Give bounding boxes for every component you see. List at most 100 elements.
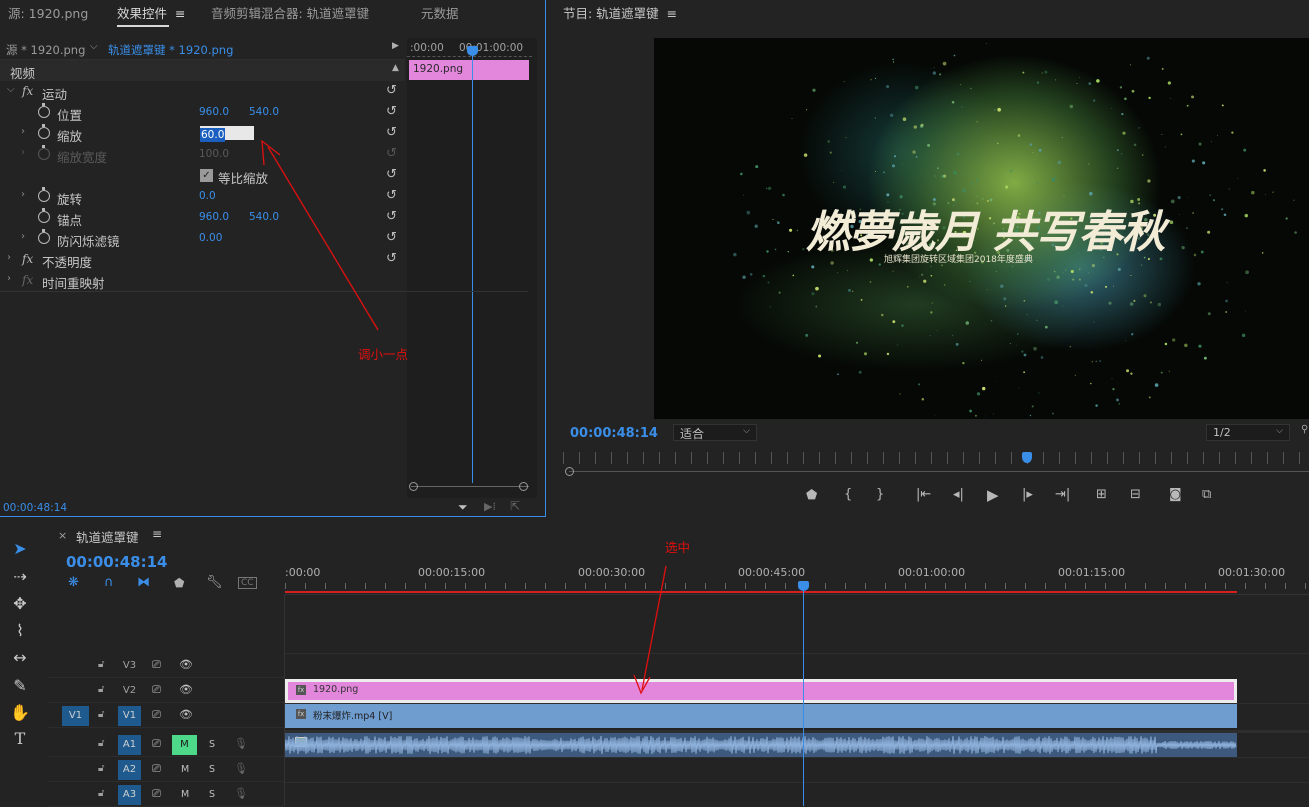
clip-v2-1920png[interactable]: fx 1920.png [285,679,1237,703]
program-timecode[interactable]: 00:00:48:14 [570,426,658,441]
program-video-frame[interactable]: 燃夢歲月 共写春秋 旭辉集团旋转区域集团2018年度盛典 [654,38,1309,419]
sequence-crumb[interactable]: 轨道遮罩键 * 1920.png [108,42,233,58]
razor-tool-icon[interactable]: ⌇ [8,621,32,643]
lock-icon[interactable]: 🔓︎ [98,709,104,720]
export-icon[interactable]: ⇱ [510,499,520,513]
effect-motion[interactable]: ⌵ fx 运动 ↺ [0,81,405,102]
hand-tool-icon[interactable]: ✋ [8,703,32,725]
linked-selection-icon[interactable]: ⧓ [137,575,150,590]
chevron-down-icon[interactable]: ⌵ [7,84,15,95]
chevron-right-icon[interactable]: › [21,126,25,137]
play-icon[interactable]: ▶ [987,486,999,504]
chevron-right-icon[interactable]: › [21,189,25,200]
program-scroll[interactable] [569,471,1309,472]
add-marker-icon[interactable]: ⬟ [806,488,817,503]
sync-lock-icon[interactable]: ⎚ [152,658,161,672]
timeline-playhead[interactable] [798,581,809,591]
track-select-tool-icon[interactable]: ⇢ [8,567,32,589]
nest-icon[interactable]: ❋ [68,575,79,590]
stopwatch-icon[interactable] [38,208,50,223]
track-name[interactable]: A3 [118,785,141,805]
scroll-handle-right[interactable] [519,482,528,491]
program-playhead[interactable] [1022,452,1032,463]
track-name[interactable]: V3 [118,656,141,676]
eye-icon[interactable]: 👁︎ [179,658,193,671]
scroll-handle-left[interactable] [409,482,418,491]
stopwatch-icon[interactable] [38,187,50,202]
rotation-value[interactable]: 0.0 [199,190,216,202]
timeline-tab-title[interactable]: 轨道遮罩键 [76,527,139,546]
sync-lock-icon[interactable]: ⎚ [152,708,161,722]
source-crumb[interactable]: 源 * 1920.png [6,42,85,58]
microphone-icon[interactable]: 🎙︎ [234,787,248,800]
settings-wrench-icon[interactable]: ⚲ [1301,424,1308,435]
go-to-in-icon[interactable]: |⇤ [916,487,931,502]
add-marker-icon[interactable]: ⬟ [174,576,184,590]
collapse-up-icon[interactable]: ▲ [392,63,399,73]
chevron-down-icon[interactable]: ⌵ [90,41,98,52]
track-name[interactable]: A2 [118,760,141,780]
microphone-icon[interactable]: 🎙︎ [234,737,248,750]
source-patch-v1[interactable]: V1 [62,706,89,726]
type-tool-icon[interactable]: T [8,729,32,751]
stopwatch-icon[interactable] [38,124,50,139]
tab-program[interactable]: 节目: 轨道遮罩键 ≡ [563,3,677,22]
solo-button[interactable]: S [209,789,215,800]
menu-icon[interactable]: ≡ [152,527,162,541]
eye-icon[interactable]: 👁︎ [179,708,193,721]
stopwatch-icon[interactable] [38,103,50,118]
tab-audio-mixer[interactable]: 音频剪辑混合器: 轨道遮罩键 [211,3,369,22]
captions-icon[interactable]: CC [238,577,257,589]
position-x-value[interactable]: 960.0 [199,106,229,118]
track-name[interactable]: V1 [118,706,141,726]
tab-metadata[interactable]: 元数据 [421,3,459,22]
scale-input[interactable]: 60.0 [200,126,254,142]
lock-icon[interactable]: 🔓︎ [98,684,104,695]
menu-icon[interactable]: ≡ [171,6,185,21]
mini-playhead-handle[interactable] [467,46,478,56]
menu-icon[interactable]: ≡ [663,6,677,21]
lock-icon[interactable]: 🔓︎ [98,788,104,799]
clip-v1-powder[interactable]: fx 粉末爆炸.mp4 [V] [285,704,1237,728]
stopwatch-icon[interactable] [38,229,50,244]
fit-dropdown[interactable]: 适合 ⌵ [673,424,757,441]
microphone-icon[interactable]: 🎙︎ [234,762,248,775]
play-audio-icon[interactable]: ▶⁞ [484,500,496,513]
clip-a1-audio[interactable] [285,733,1237,757]
track-name[interactable]: V2 [118,681,141,701]
reset-icon[interactable]: ↺ [386,104,397,119]
sync-lock-icon[interactable]: ⎚ [152,787,161,801]
compare-icon[interactable]: ⧉ [1202,487,1211,502]
filter-icon[interactable]: ⏷ [458,500,468,515]
mark-out-icon[interactable]: } [876,487,884,502]
tab-source[interactable]: 源: 1920.png [8,3,88,22]
scroll-handle-left[interactable] [565,467,574,476]
position-y-value[interactable]: 540.0 [249,106,279,118]
wrench-icon[interactable]: 🔧︎ [206,575,223,590]
chevron-right-icon[interactable]: › [7,273,11,284]
work-area-bar[interactable] [285,591,1237,593]
track-name[interactable]: A1 [118,735,141,755]
sync-lock-icon[interactable]: ⎚ [152,762,161,776]
lock-icon[interactable]: 🔓︎ [98,659,104,670]
step-forward-icon[interactable]: |▸ [1022,487,1033,502]
mute-button[interactable]: M [181,764,189,775]
mini-clip[interactable]: 1920.png [409,60,529,80]
mute-button[interactable]: M [181,789,189,800]
mini-scrollbar[interactable] [411,486,529,494]
camera-icon[interactable]: ◙ [1169,487,1182,502]
ripple-edit-tool-icon[interactable]: ✥ [8,594,32,616]
lock-icon[interactable]: 🔓︎ [98,763,104,774]
fx-icon[interactable]: fx [22,252,33,266]
timeline-timecode[interactable]: 00:00:48:14 [66,553,168,571]
snap-magnet-icon[interactable]: ∩ [104,575,114,590]
uniform-scale-checkbox[interactable]: ✓ [200,169,213,182]
mini-playhead[interactable] [472,46,473,483]
extract-icon[interactable]: ⊟ [1130,487,1141,502]
tab-effect-controls[interactable]: 效果控件 ≡ [117,3,185,27]
solo-button[interactable]: S [209,739,215,750]
lift-icon[interactable]: ⊞ [1096,487,1107,502]
go-to-out-icon[interactable]: ⇥| [1055,487,1070,502]
pen-tool-icon[interactable]: ✎ [8,676,32,698]
slip-tool-icon[interactable]: ↔ [8,648,32,670]
